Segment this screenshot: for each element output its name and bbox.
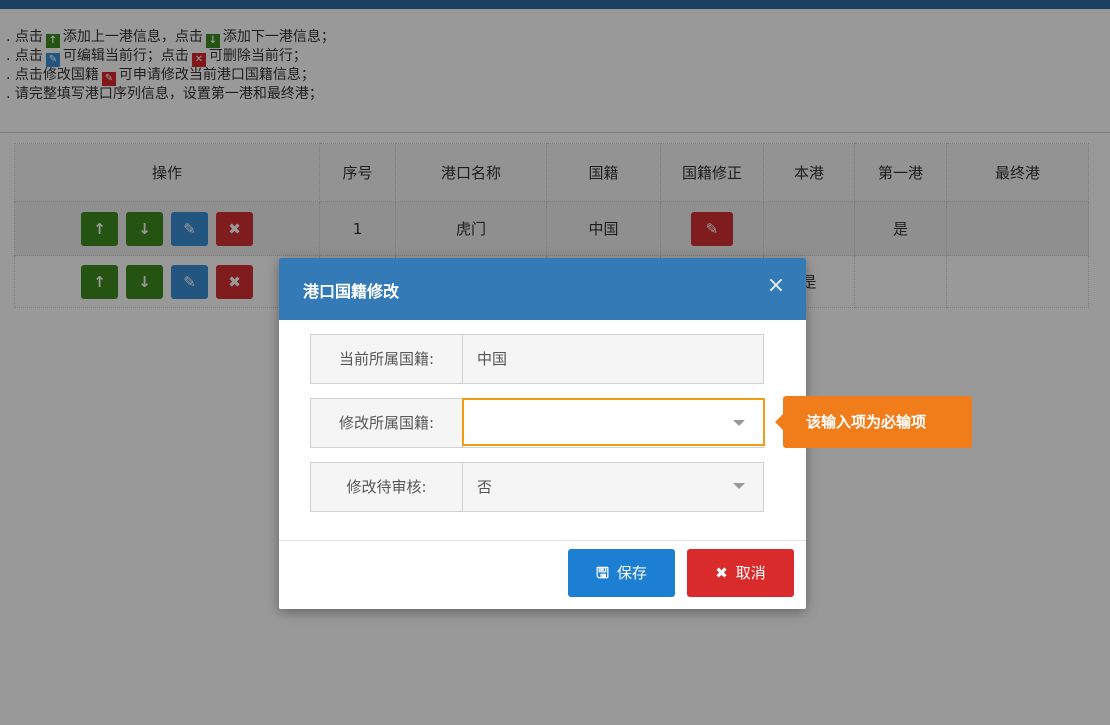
required-tooltip: 该输入项为必输项 — [775, 396, 972, 448]
current-nation-value: 中国 — [463, 335, 763, 383]
dialog-footer-divider — [279, 540, 806, 541]
tooltip-arrow — [775, 414, 783, 430]
nation-modify-dialog: 港口国籍修改 × 当前所属国籍: 中国 修改所属国籍: 该输入项为必输项 修改待… — [279, 258, 972, 609]
modify-nation-select[interactable] — [462, 398, 765, 446]
save-button[interactable]: 🖫 保存 — [568, 549, 675, 597]
x-icon: ✖ — [715, 564, 728, 582]
chevron-down-icon — [733, 483, 745, 489]
pending-review-label: 修改待审核: — [311, 463, 463, 511]
current-nation-label: 当前所属国籍: — [311, 335, 463, 383]
cancel-button[interactable]: ✖ 取消 — [687, 549, 794, 597]
pending-review-select[interactable]: 否 — [463, 463, 763, 511]
tooltip-text: 该输入项为必输项 — [806, 413, 927, 431]
modify-nation-field: 修改所属国籍: — [310, 398, 765, 448]
cancel-label: 取消 — [735, 564, 766, 582]
modify-nation-value — [464, 400, 724, 448]
close-icon[interactable]: × — [764, 274, 788, 298]
dialog-header: 港口国籍修改 × — [279, 258, 806, 320]
current-nation-field: 当前所属国籍: 中国 — [310, 334, 764, 384]
save-label: 保存 — [616, 564, 647, 582]
floppy-icon: 🖫 — [596, 564, 609, 582]
dialog-title: 港口国籍修改 — [303, 282, 400, 301]
chevron-down-icon — [733, 420, 745, 426]
pending-review-value: 否 — [477, 478, 493, 496]
modify-nation-label: 修改所属国籍: — [311, 399, 463, 447]
pending-review-field: 修改待审核: 否 — [310, 462, 764, 512]
